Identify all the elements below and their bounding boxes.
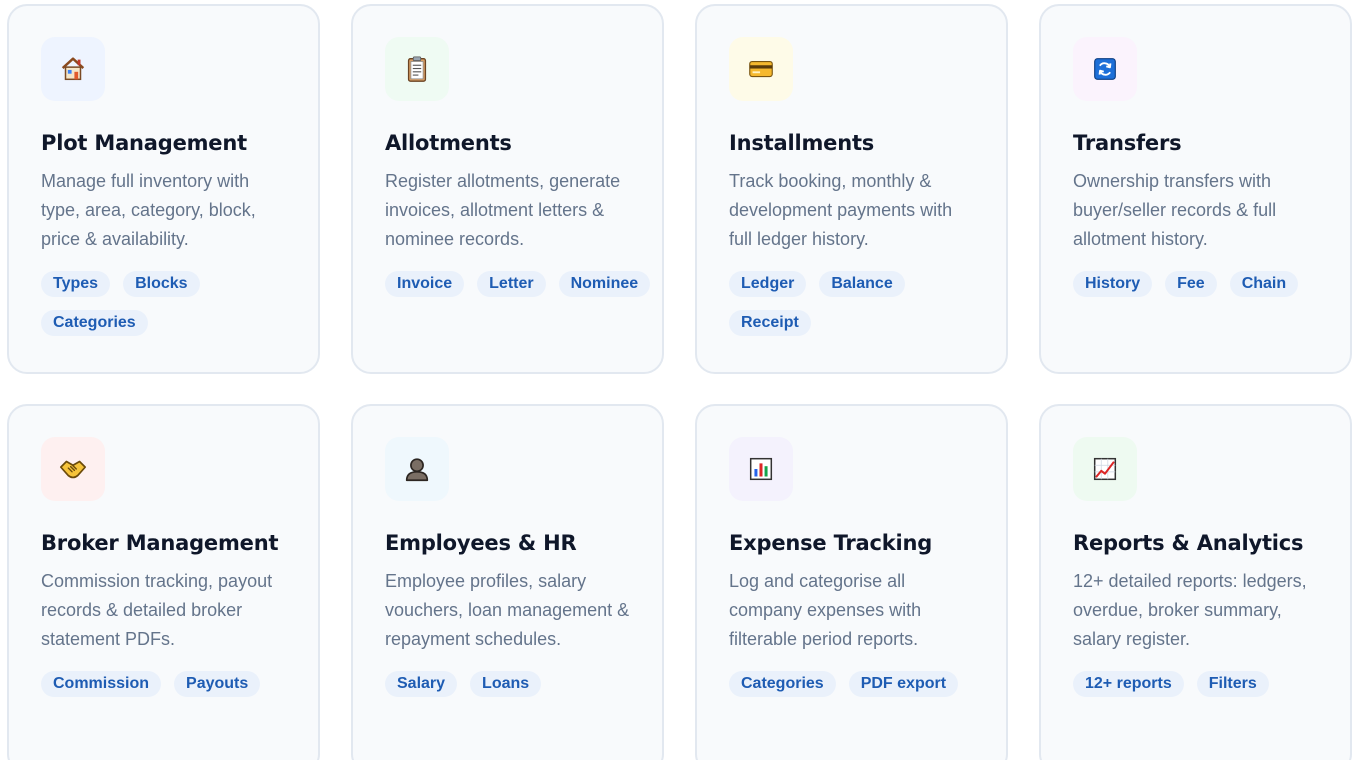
tag-letter[interactable]: Letter bbox=[477, 271, 546, 297]
tag-list: Types Blocks Categories bbox=[41, 271, 311, 336]
tag-fee[interactable]: Fee bbox=[1165, 271, 1217, 297]
card-description: Track booking, monthly & development pay… bbox=[729, 171, 953, 249]
card-title: Reports & Analytics bbox=[1073, 531, 1304, 555]
card-title: Expense Tracking bbox=[729, 531, 933, 555]
feature-card-transfers: Transfers Ownership transfers with buyer… bbox=[1039, 4, 1352, 374]
trend-chart-icon bbox=[1090, 454, 1120, 484]
tag-list: Categories PDF export bbox=[729, 671, 999, 697]
tag-list: Invoice Letter Nominee bbox=[385, 271, 655, 297]
tag-types[interactable]: Types bbox=[41, 271, 111, 297]
card-description: Employee profiles, salary vouchers, loan… bbox=[385, 571, 630, 649]
icon-container bbox=[729, 37, 793, 101]
icon-container bbox=[385, 37, 449, 101]
person-icon bbox=[402, 454, 432, 484]
icon-container bbox=[41, 437, 105, 501]
icon-container bbox=[385, 437, 449, 501]
icon-container bbox=[729, 437, 793, 501]
feature-card-expense-tracking: Expense Tracking Log and categorise all … bbox=[695, 404, 1008, 760]
clipboard-icon bbox=[402, 54, 432, 84]
tag-loans[interactable]: Loans bbox=[470, 671, 542, 697]
card-description: Register allotments, generate invoices, … bbox=[385, 171, 621, 249]
icon-container bbox=[1073, 437, 1137, 501]
tag-blocks[interactable]: Blocks bbox=[123, 271, 200, 297]
tag-list: Salary Loans bbox=[385, 671, 655, 697]
tag-list: 12+ reports Filters bbox=[1073, 671, 1343, 697]
card-description: Commission tracking, payout records & de… bbox=[41, 571, 273, 649]
tag-receipt[interactable]: Receipt bbox=[729, 310, 811, 336]
tag-commission[interactable]: Commission bbox=[41, 671, 162, 697]
tag-invoice[interactable]: Invoice bbox=[385, 271, 465, 297]
icon-container bbox=[41, 37, 105, 101]
tag-list: History Fee Chain bbox=[1073, 271, 1343, 297]
feature-card-broker-management: Broker Management Commission tracking, p… bbox=[7, 404, 320, 760]
feature-card-installments: Installments Track booking, monthly & de… bbox=[695, 4, 1008, 374]
card-description: Log and categorise all company expenses … bbox=[729, 571, 922, 649]
card-title: Broker Management bbox=[41, 531, 279, 555]
bar-chart-icon bbox=[746, 454, 776, 484]
tag-salary[interactable]: Salary bbox=[385, 671, 458, 697]
tag-history[interactable]: History bbox=[1073, 271, 1153, 297]
feature-card-allotments: Allotments Register allotments, generate… bbox=[351, 4, 664, 374]
card-title: Installments bbox=[729, 131, 875, 155]
card-description: Manage full inventory with type, area, c… bbox=[41, 171, 256, 249]
tag-filters[interactable]: Filters bbox=[1196, 671, 1269, 697]
tag-list: Ledger Balance Receipt bbox=[729, 271, 999, 336]
tag-list: Commission Payouts bbox=[41, 671, 311, 697]
tag-balance[interactable]: Balance bbox=[819, 271, 905, 297]
tag-12-reports[interactable]: 12+ reports bbox=[1073, 671, 1184, 697]
card-title: Allotments bbox=[385, 131, 512, 155]
tag-nominee[interactable]: Nominee bbox=[558, 271, 651, 297]
card-description: Ownership transfers with buyer/seller re… bbox=[1073, 171, 1277, 249]
refresh-icon bbox=[1090, 54, 1120, 84]
card-title: Transfers bbox=[1073, 131, 1182, 155]
tag-payouts[interactable]: Payouts bbox=[174, 671, 261, 697]
tag-categories[interactable]: Categories bbox=[729, 671, 836, 697]
credit-card-icon bbox=[746, 54, 776, 84]
feature-card-reports-analytics: Reports & Analytics 12+ detailed reports… bbox=[1039, 404, 1352, 760]
house-icon bbox=[58, 54, 88, 84]
tag-chain[interactable]: Chain bbox=[1229, 271, 1299, 297]
feature-card-employees-hr: Employees & HR Employee profiles, salary… bbox=[351, 404, 664, 760]
feature-card-plot-management: Plot Management Manage full inventory wi… bbox=[7, 4, 320, 374]
tag-categories[interactable]: Categories bbox=[41, 310, 148, 336]
feature-grid: Plot Management Manage full inventory wi… bbox=[0, 0, 1355, 760]
tag-pdf-export[interactable]: PDF export bbox=[848, 671, 959, 697]
tag-ledger[interactable]: Ledger bbox=[729, 271, 807, 297]
handshake-icon bbox=[58, 454, 88, 484]
card-description: 12+ detailed reports: ledgers, overdue, … bbox=[1073, 571, 1307, 649]
icon-container bbox=[1073, 37, 1137, 101]
card-title: Employees & HR bbox=[385, 531, 577, 555]
card-title: Plot Management bbox=[41, 131, 247, 155]
